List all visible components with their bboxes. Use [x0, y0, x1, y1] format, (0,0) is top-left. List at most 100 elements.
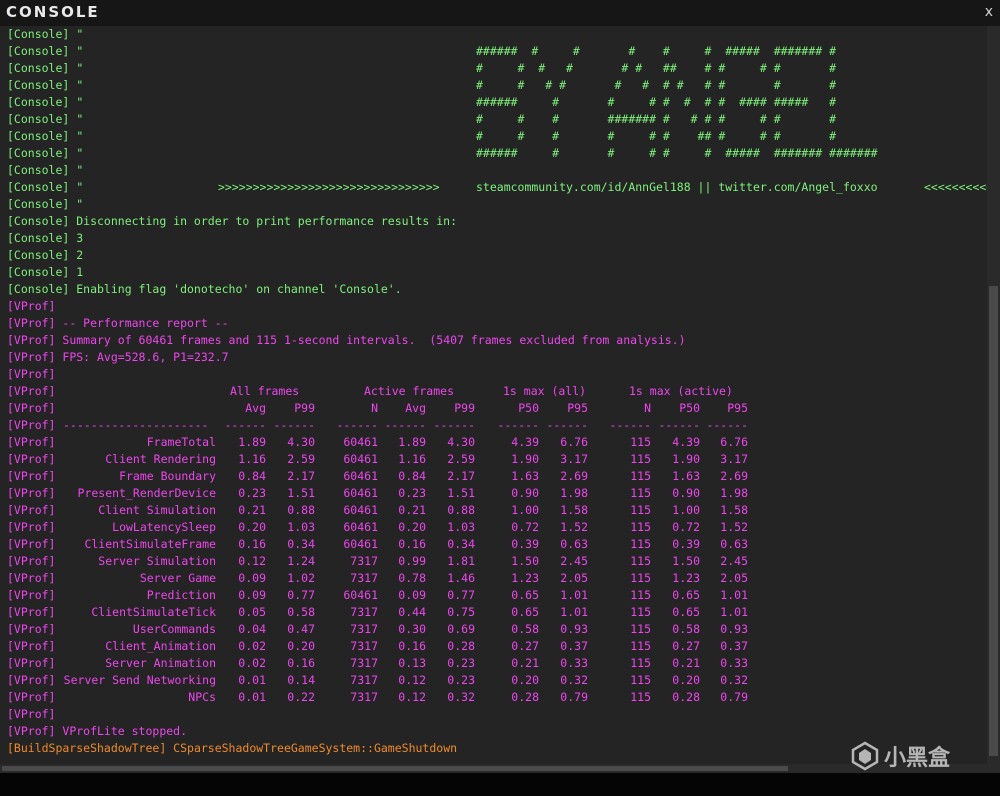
metric-value: 1.58	[720, 503, 748, 517]
metric-value: 0.33	[720, 656, 748, 670]
console-line: [Console] " ###### # # # # # ##### #######…	[7, 145, 987, 162]
separator: ------	[224, 418, 266, 432]
metric-value: 0.30	[398, 622, 426, 636]
metric-value: 2.17	[447, 469, 475, 483]
vprof-line: [VProf] FPS: Avg=528.6, P1=232.7	[7, 349, 987, 366]
console-tag: [Console]	[7, 231, 70, 245]
metric-value: 0.32	[560, 673, 588, 687]
vprof-table-header: [VProf] Avg P99 N Avg P99 P50 P95 N P50 P95	[7, 400, 987, 417]
column-group-label: Active frames	[364, 384, 455, 398]
build-line: [BuildSparseShadowTree] CSparseShadowTre…	[7, 740, 987, 757]
vprof-text: -- Performance report --	[55, 316, 229, 330]
metric-name: Client Simulation	[98, 503, 216, 517]
metric-name: ClientSimulateFrame	[84, 537, 216, 551]
metric-value: 60461	[343, 469, 378, 483]
metric-value: 0.20	[398, 520, 426, 534]
metric-name: Server Send Networking	[63, 673, 216, 687]
metric-value: 1.50	[672, 554, 700, 568]
console-tag: [Console]	[7, 265, 70, 279]
console-tag: [Console]	[7, 61, 70, 75]
metric-value: 0.99	[398, 554, 426, 568]
banner-art: # # # ####### # # # # # # #	[476, 112, 837, 126]
metric-value: 0.21	[511, 656, 539, 670]
command-input[interactable]	[0, 773, 1000, 796]
table-row: [VProf] Server Simulation 0.12 1.24 7317 0.99…	[7, 553, 987, 570]
vprof-tag: [VProf]	[7, 469, 56, 483]
console-output[interactable]: [Console] " [Console] " ###### # # # # # ###…	[0, 26, 987, 764]
metric-value: 0.28	[672, 690, 700, 704]
close-button[interactable]: x	[985, 4, 993, 20]
table-row: [VProf] Client_Animation 0.02 0.20 7317 0.16 0…	[7, 638, 987, 655]
metric-value: 0.65	[672, 588, 700, 602]
vprof-tag: [VProf]	[7, 520, 56, 534]
metric-value: 7317	[350, 656, 378, 670]
vprof-tag: [VProf]	[7, 571, 56, 585]
metric-value: 0.72	[511, 520, 539, 534]
metric-value: 1.01	[720, 605, 748, 619]
metric-value: 60461	[343, 435, 378, 449]
quote-mark: "	[76, 61, 84, 75]
vprof-tag: [VProf]	[7, 673, 56, 687]
vprof-line: [VProf]	[7, 366, 987, 383]
vprof-tag: [VProf]	[7, 622, 56, 636]
metric-value: 0.34	[447, 537, 475, 551]
metric-value: 0.79	[720, 690, 748, 704]
metric-value: 1.51	[287, 486, 315, 500]
separator: ---------------------	[63, 418, 209, 432]
table-row: [VProf] NPCs 0.01 0.22 7317 0.12 0.32 0.28 0.79 1…	[7, 689, 987, 706]
vprof-line: [VProf] VProfLite stopped.	[7, 723, 987, 740]
vprof-tag: [VProf]	[7, 656, 56, 670]
metric-value: 0.28	[511, 690, 539, 704]
metric-value: 1.90	[672, 452, 700, 466]
metric-value: 7317	[350, 622, 378, 636]
metric-value: 4.30	[287, 435, 315, 449]
metric-value: 0.90	[672, 486, 700, 500]
metric-value: 0.23	[238, 486, 266, 500]
vprof-table-group-header: [VProf] All frames Active frames 1s max (al…	[7, 383, 987, 400]
console-tag: [Console]	[7, 248, 70, 262]
console-tag: [Console]	[7, 27, 70, 41]
metric-name: Server Simulation	[98, 554, 216, 568]
metric-value: 7317	[350, 554, 378, 568]
console-line: [Console] " # # # # # # ## # # # # #	[7, 60, 987, 77]
table-row: [VProf] Server Send Networking 0.01 0.14 731…	[7, 672, 987, 689]
metric-value: 0.58	[287, 605, 315, 619]
vprof-tag: [VProf]	[7, 690, 56, 704]
metric-value: 115	[630, 503, 651, 517]
metric-value: 115	[630, 639, 651, 653]
metric-value: 0.09	[238, 571, 266, 585]
metric-value: 0.16	[238, 537, 266, 551]
metric-value: 7317	[350, 690, 378, 704]
metric-value: 0.39	[672, 537, 700, 551]
metric-value: 1.01	[560, 588, 588, 602]
console-text: Enabling flag 'donotecho' on channel 'Co…	[69, 282, 402, 296]
console-tag: [Console]	[7, 129, 70, 143]
horizontal-scrollbar-thumb[interactable]	[2, 766, 788, 771]
vertical-scrollbar[interactable]	[987, 26, 1000, 764]
vertical-scrollbar-thumb[interactable]	[989, 286, 998, 756]
metric-value: 0.22	[287, 690, 315, 704]
metric-value: 60461	[343, 520, 378, 534]
table-row: [VProf] UserCommands 0.04 0.47 7317 0.30 0.69 0…	[7, 621, 987, 638]
metric-value: 0.05	[238, 605, 266, 619]
metric-value: 1.23	[672, 571, 700, 585]
vprof-tag: [VProf]	[7, 367, 56, 381]
metric-value: 115	[630, 520, 651, 534]
console-text: "	[69, 197, 84, 211]
console-tag: [Console]	[7, 112, 70, 126]
metric-value: 115	[630, 486, 651, 500]
metric-value: 60461	[343, 588, 378, 602]
vprof-line: [VProf] Summary of 60461 frames and 115 …	[7, 332, 987, 349]
metric-value: 0.02	[238, 656, 266, 670]
console-tag: [Console]	[7, 214, 70, 228]
arrows-left: >>>>>>>>>>>>>>>>>>>>>>>>>>>>>>>>	[218, 180, 440, 194]
metric-value: 0.02	[238, 639, 266, 653]
metric-value: 1.16	[238, 452, 266, 466]
metric-value: 1.98	[560, 486, 588, 500]
vprof-tag: [VProf]	[7, 486, 56, 500]
console-line: [Console] "	[7, 196, 987, 213]
title-bar: CONSOLE x	[0, 0, 1000, 26]
metric-value: 3.17	[560, 452, 588, 466]
quote-mark: "	[76, 112, 84, 126]
vprof-tag: [VProf]	[7, 435, 56, 449]
